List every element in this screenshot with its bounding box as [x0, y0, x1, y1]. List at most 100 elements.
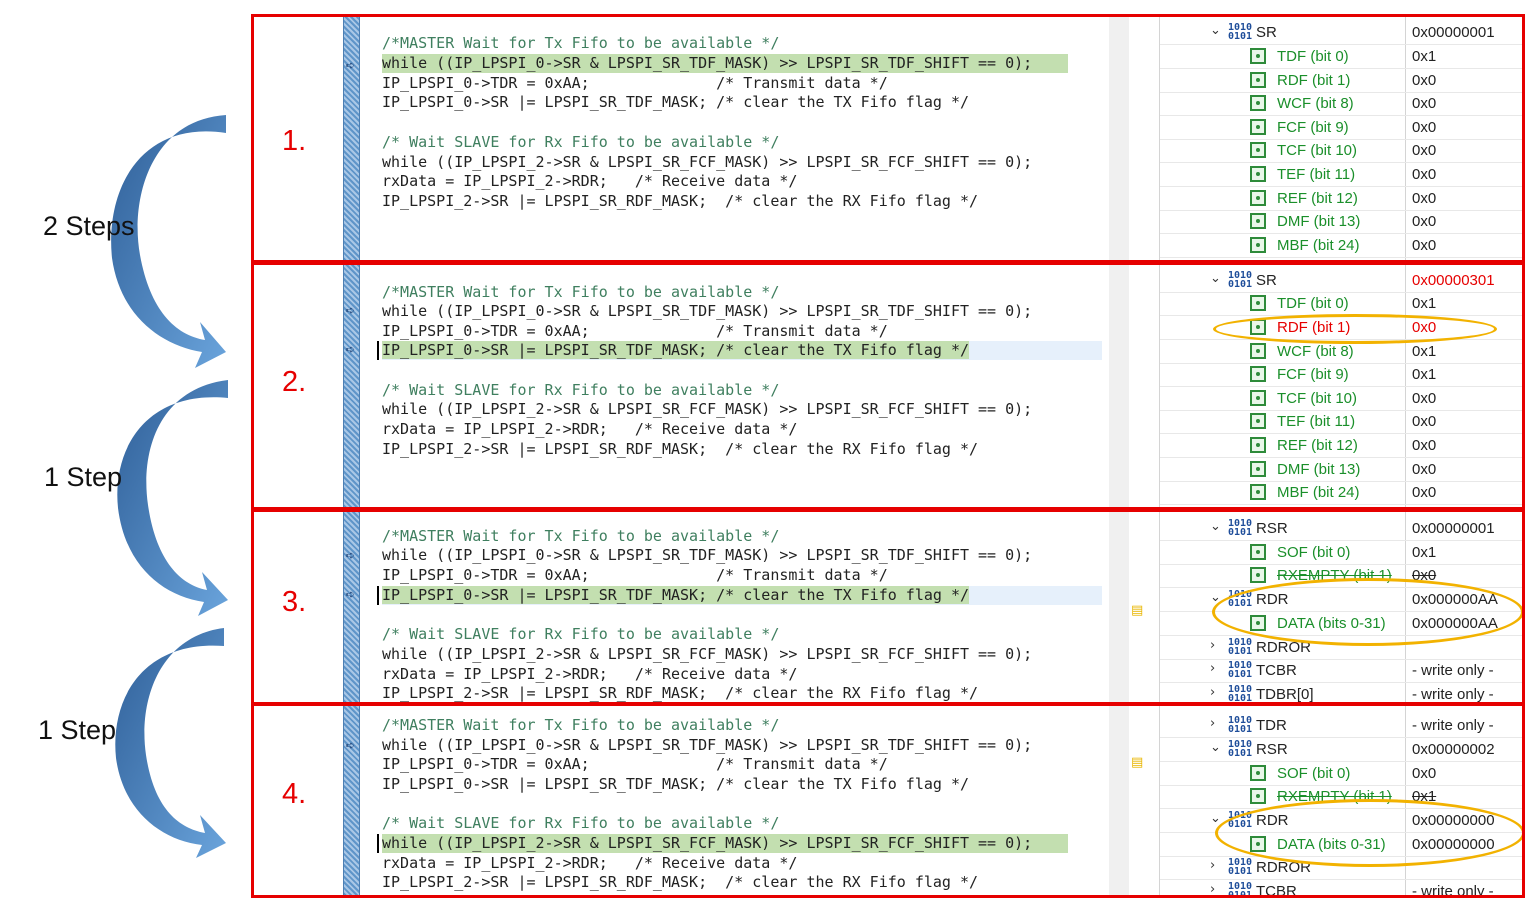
field-row[interactable]: RDF (bit 1) 0x0: [1160, 69, 1522, 93]
chevron-right-icon[interactable]: ›: [1210, 882, 1224, 895]
field-row[interactable]: TCF (bit 10) 0x0: [1160, 139, 1522, 163]
field-icon: [1250, 295, 1266, 311]
register-row[interactable]: › 1010 0101 TCBR - write only -: [1160, 880, 1522, 898]
step-label-3: 1 Step: [38, 715, 117, 745]
chevron-down-icon[interactable]: ⌄: [1210, 271, 1224, 286]
code-line: while ((IP_LPSPI_2->SR & LPSPI_SR_FCF_MA…: [382, 400, 1033, 418]
code-line-current: IP_LPSPI_0->SR |= LPSPI_SR_TDF_MASK; /* …: [377, 586, 1102, 605]
code-line-current: while ((IP_LPSPI_0->SR & LPSPI_SR_TDF_MA…: [382, 54, 1068, 73]
field-icon: [1250, 765, 1266, 781]
highlight-ellipse: [1213, 314, 1497, 344]
code-line-current: while ((IP_LPSPI_2->SR & LPSPI_SR_FCF_MA…: [377, 834, 1068, 853]
field-icon: [1250, 484, 1266, 500]
register-row[interactable]: › 1010 0101 TDBR[0] - write only -: [1160, 683, 1522, 703]
overview-ruler: [1109, 265, 1129, 507]
chevron-down-icon[interactable]: ⌄: [1210, 23, 1224, 38]
register-icon: 1010 0101: [1228, 637, 1253, 657]
field-row[interactable]: DMF (bit 13) 0x0: [1160, 458, 1522, 482]
register-icon: 1010 0101: [1228, 881, 1253, 898]
field-row[interactable]: WCF (bit 8) 0x0: [1160, 92, 1522, 116]
code-line: IP_LPSPI_0->TDR = 0xAA; /* Transmit data…: [382, 74, 888, 92]
field-icon: [1250, 72, 1266, 88]
code-line: IP_LPSPI_0->TDR = 0xAA; /* Transmit data…: [382, 755, 888, 773]
register-view[interactable]: › 1010 0101 TDR - write only - ⌄ 1010 0101 RSR 0…: [1159, 706, 1522, 895]
field-icon: [1250, 366, 1266, 382]
breakpoint-icon: ➪: [345, 304, 356, 317]
register-row[interactable]: ⌄ 1010 0101 SR 0x00000001: [1160, 21, 1522, 45]
code-line: IP_LPSPI_2->SR |= LPSPI_SR_RDF_MASK; /* …: [382, 192, 979, 210]
field-row[interactable]: MBF (bit 24) 0x0: [1160, 481, 1522, 505]
field-icon: [1250, 213, 1266, 229]
field-row[interactable]: TEF (bit 11) 0x0: [1160, 163, 1522, 187]
code-line: /* Wait SLAVE for Rx Fifo to be availabl…: [382, 814, 780, 832]
field-row[interactable]: SOF (bit 0) 0x1: [1160, 541, 1522, 565]
field-icon: [1250, 119, 1266, 135]
code-line: rxData = IP_LPSPI_2->RDR; /* Receive dat…: [382, 854, 798, 872]
editor-ruler: [343, 17, 360, 260]
field-row[interactable]: TEF (bit 11) 0x0: [1160, 410, 1522, 434]
register-row[interactable]: ⌄ 1010 0101 SR 0x00000301: [1160, 269, 1522, 293]
field-icon: [1250, 544, 1266, 560]
highlight-ellipse: [1212, 578, 1522, 646]
field-row[interactable]: REF (bit 12) 0x0: [1160, 434, 1522, 458]
field-icon: [1250, 190, 1266, 206]
field-icon: [1250, 437, 1266, 453]
debug-panel-3: 3. ➪ ➪ /*MASTER Wait for Tx Fifo to be a…: [251, 509, 1525, 705]
chevron-down-icon[interactable]: ⌄: [1210, 740, 1224, 755]
register-row[interactable]: ⌄ 1010 0101 RSR 0x00000002: [1160, 738, 1522, 762]
field-row[interactable]: REF (bit 12) 0x0: [1160, 187, 1522, 211]
code-line: IP_LPSPI_0->SR |= LPSPI_SR_TDF_MASK; /* …: [382, 775, 969, 793]
code-line: /*MASTER Wait for Tx Fifo to be availabl…: [382, 34, 780, 52]
chevron-right-icon[interactable]: ›: [1210, 661, 1224, 676]
instruction-pointer-icon: ➪: [345, 59, 356, 72]
editor-ruler: [343, 706, 360, 895]
overview-ruler: [1109, 512, 1129, 702]
debug-panel-2: 2. ➪ ➪ /*MASTER Wait for Tx Fifo to be a…: [251, 262, 1525, 510]
chevron-right-icon[interactable]: ›: [1210, 638, 1224, 653]
instruction-pointer-icon: ➪: [345, 588, 356, 601]
field-row[interactable]: TDF (bit 0) 0x1: [1160, 45, 1522, 69]
chevron-right-icon[interactable]: ›: [1210, 858, 1224, 873]
chevron-right-icon[interactable]: ›: [1210, 685, 1224, 700]
highlight-ellipse: [1215, 799, 1522, 867]
chevron-right-icon[interactable]: ›: [1210, 716, 1224, 731]
code-line: while ((IP_LPSPI_0->SR & LPSPI_SR_TDF_MA…: [382, 736, 1033, 754]
field-icon: [1250, 237, 1266, 253]
code-line: while ((IP_LPSPI_2->SR & LPSPI_SR_FCF_MA…: [382, 645, 1033, 663]
annotation-icon[interactable]: ▤: [1131, 756, 1143, 770]
register-icon: 1010 0101: [1228, 660, 1253, 680]
register-view[interactable]: ⌄ 1010 0101 RSR 0x00000001 SOF (bit 0) 0x1 RX…: [1159, 512, 1522, 702]
code-line: while ((IP_LPSPI_0->SR & LPSPI_SR_TDF_MA…: [382, 302, 1033, 320]
field-icon: [1250, 390, 1266, 406]
field-row[interactable]: MBF (bit 24) 0x0: [1160, 234, 1522, 258]
annotation-icon[interactable]: ▤: [1131, 604, 1143, 618]
register-view[interactable]: ⌄ 1010 0101 SR 0x00000001 TDF (bit 0) 0x1 RDF…: [1159, 17, 1522, 260]
register-row[interactable]: ⌄ 1010 0101 RSR 0x00000001: [1160, 517, 1522, 541]
field-icon: [1250, 567, 1266, 583]
chevron-down-icon[interactable]: ⌄: [1210, 519, 1224, 534]
field-row[interactable]: DMF (bit 13) 0x0: [1160, 210, 1522, 234]
field-row[interactable]: TCF (bit 10) 0x0: [1160, 387, 1522, 411]
field-row[interactable]: FCF (bit 9) 0x1: [1160, 363, 1522, 387]
code-line: /*MASTER Wait for Tx Fifo to be availabl…: [382, 527, 780, 545]
code-line: rxData = IP_LPSPI_2->RDR; /* Receive dat…: [382, 665, 798, 683]
text-caret: [377, 341, 379, 360]
field-row[interactable]: SOF (bit 0) 0x0: [1160, 762, 1522, 786]
panel-number: 4.: [282, 778, 307, 810]
field-icon: [1250, 788, 1266, 804]
register-icon: 1010 0101: [1228, 857, 1253, 877]
code-line: IP_LPSPI_0->TDR = 0xAA; /* Transmit data…: [382, 566, 888, 584]
register-row[interactable]: › 1010 0101 TDR - write only -: [1160, 714, 1522, 738]
code-line: /* Wait SLAVE for Rx Fifo to be availabl…: [382, 625, 780, 643]
code-line: rxData = IP_LPSPI_2->RDR; /* Receive dat…: [382, 172, 798, 190]
field-row[interactable]: FCF (bit 9) 0x0: [1160, 116, 1522, 140]
breakpoint-icon: ➪: [345, 739, 356, 752]
field-row[interactable]: TDF (bit 0) 0x1: [1160, 292, 1522, 316]
register-row[interactable]: › 1010 0101 TCBR - write only -: [1160, 659, 1522, 683]
register-view[interactable]: ⌄ 1010 0101 SR 0x00000301 TDF (bit 0) 0x1 RDF…: [1159, 265, 1522, 507]
code-line-current: IP_LPSPI_0->SR |= LPSPI_SR_TDF_MASK; /* …: [377, 341, 1102, 360]
editor-ruler: [343, 512, 360, 702]
code-line: /* Wait SLAVE for Rx Fifo to be availabl…: [382, 381, 780, 399]
step-label-2: 1 Step: [44, 462, 123, 492]
field-icon: [1250, 166, 1266, 182]
